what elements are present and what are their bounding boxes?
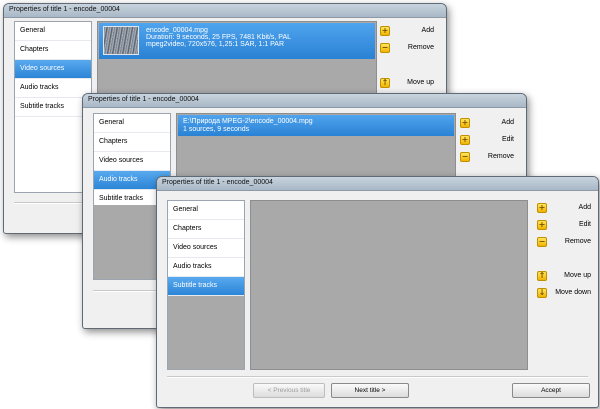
edit-label: Edit [501,136,514,143]
nav-item-chapters[interactable]: Chapters [15,41,91,60]
remove-label: Remove [564,238,591,245]
move-down-label: Move down [555,289,591,296]
list-item-video-source[interactable]: encode_00004.mpg Duration: 9 seconds, 25… [99,23,375,59]
arrow-up-icon: ↑ [537,271,547,281]
file-duration: Duration: 9 seconds, 25 FPS, 7481 Kbit/s… [146,34,292,41]
window-client: General Chapters Video sources Audio tra… [161,191,594,403]
nav-item-video-sources[interactable]: Video sources [15,60,91,79]
move-down-button[interactable]: ↓ Move down [537,288,591,300]
nav-item-video-sources[interactable]: Video sources [94,152,170,171]
window-title: Properties of title 1 - encode_00004 [9,6,120,13]
add-label: Add [501,119,514,126]
window-title: Properties of title 1 - encode_00004 [162,179,273,186]
separator [167,376,588,378]
video-thumbnail [103,26,139,55]
remove-button[interactable]: − Remove [460,152,514,164]
add-label: Add [421,27,434,34]
move-up-button[interactable]: ↑ Move up [537,271,591,283]
nav-list: General Chapters Video sources Audio tra… [167,200,245,370]
move-up-label: Move up [564,272,591,279]
add-button[interactable]: + Add [380,26,434,38]
nav-item-general[interactable]: General [94,114,170,133]
subtitle-track-list[interactable] [250,200,528,370]
accept-button[interactable]: Accept [512,383,590,398]
add-label: Add [578,204,591,211]
nav-item-audio-tracks[interactable]: Audio tracks [15,79,91,98]
plus-icon: + [460,135,470,145]
nav-item-general[interactable]: General [15,22,91,41]
move-up-button[interactable]: ↑ Move up [380,78,434,90]
title-bar[interactable]: Properties of title 1 - encode_00004 [83,94,526,108]
edit-button[interactable]: + Edit [460,135,514,147]
plus-icon: + [537,220,547,230]
minus-icon: − [537,237,547,247]
remove-label: Remove [407,44,434,51]
remove-button[interactable]: − Remove [537,237,591,249]
nav-empty-area [168,296,244,369]
minus-icon: − [380,43,390,53]
title-bar[interactable]: Properties of title 1 - encode_00004 [157,177,598,191]
move-up-label: Move up [407,79,434,86]
remove-label: Remove [487,153,514,160]
minus-icon: − [460,152,470,162]
nav-item-audio-tracks[interactable]: Audio tracks [168,258,244,277]
audio-file-info: 1 sources, 9 seconds [183,126,250,133]
nav-item-chapters[interactable]: Chapters [94,133,170,152]
arrow-down-icon: ↓ [537,288,547,298]
next-title-button[interactable]: Next title > [331,383,409,398]
list-item-audio-track[interactable]: E:\Природа MPEG-2\encode_00004.mpg 1 sou… [178,115,454,136]
window-subtitle-tracks: Properties of title 1 - encode_00004 Gen… [156,176,599,408]
remove-button[interactable]: − Remove [380,43,434,55]
arrow-up-icon: ↑ [380,78,390,88]
edit-label: Edit [578,221,591,228]
nav-list: General Chapters Video sources Audio tra… [14,21,92,193]
title-bar[interactable]: Properties of title 1 - encode_00004 [4,4,446,18]
previous-title-button[interactable]: < Previous title [253,383,325,398]
file-codec: mpeg2video, 720x576, 1,25:1 SAR, 1:1 PAR [146,41,285,48]
nav-item-general[interactable]: General [168,201,244,220]
nav-item-video-sources[interactable]: Video sources [168,239,244,258]
plus-icon: + [537,203,547,213]
window-title: Properties of title 1 - encode_00004 [88,96,199,103]
nav-item-chapters[interactable]: Chapters [168,220,244,239]
nav-item-subtitle-tracks[interactable]: Subtitle tracks [168,277,244,296]
edit-button[interactable]: + Edit [537,220,591,232]
nav-item-subtitle-tracks[interactable]: Subtitle tracks [15,98,91,117]
file-name: encode_00004.mpg [146,27,208,34]
plus-icon: + [380,26,390,36]
add-button[interactable]: + Add [460,118,514,130]
audio-file-path: E:\Природа MPEG-2\encode_00004.mpg [183,118,313,125]
add-button[interactable]: + Add [537,203,591,215]
plus-icon: + [460,118,470,128]
